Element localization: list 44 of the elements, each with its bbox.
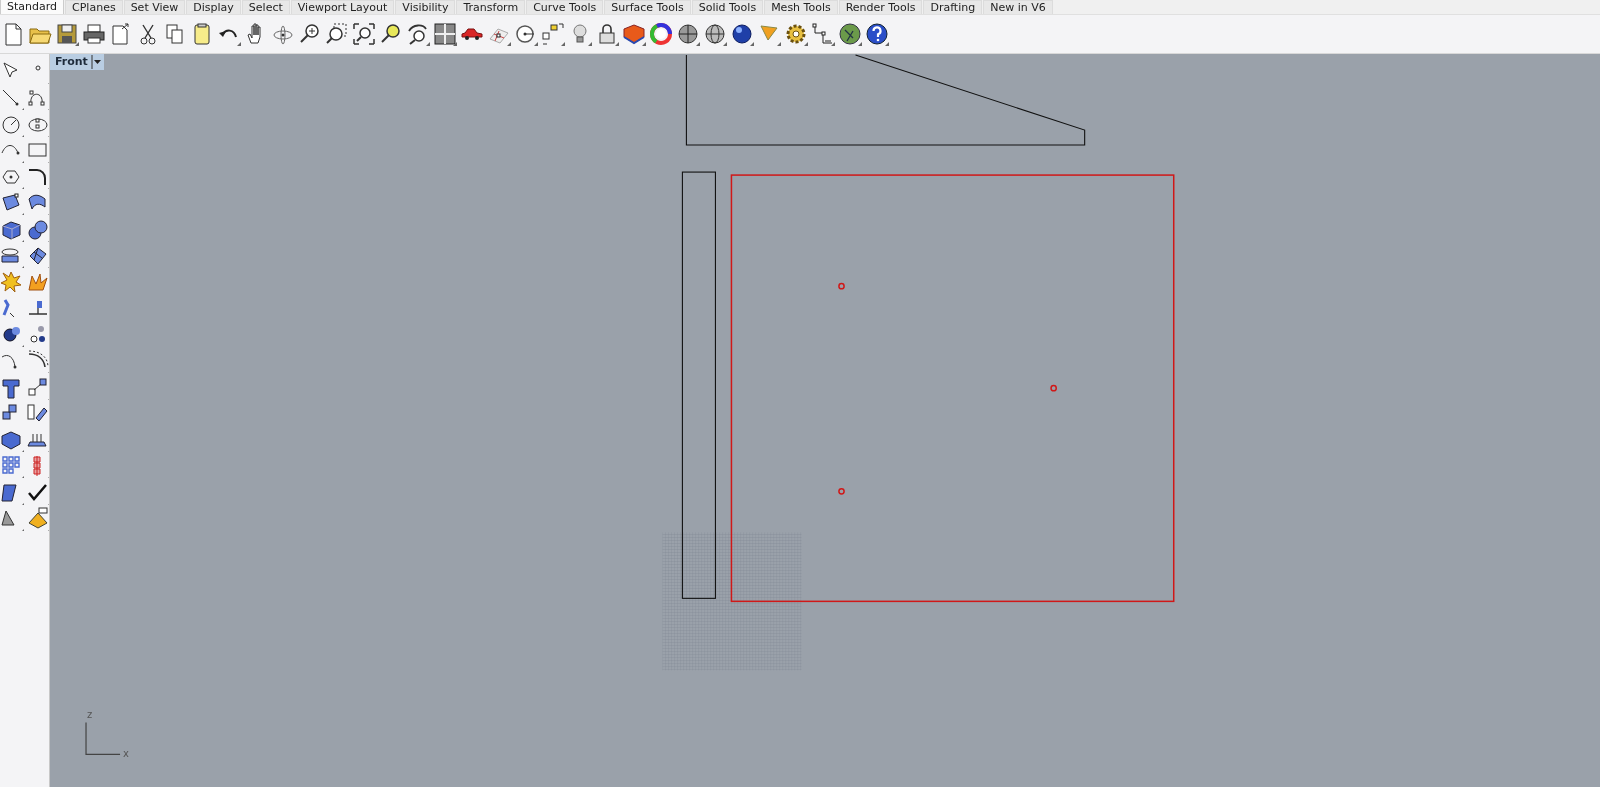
layers-icon[interactable]	[621, 21, 647, 47]
printer-icon[interactable]	[81, 21, 107, 47]
dimension-icon[interactable]	[810, 21, 836, 47]
help-icon[interactable]	[864, 21, 890, 47]
ribbon-tab[interactable]: Viewport Layout	[290, 0, 395, 14]
shaded-sphere-icon[interactable]	[675, 21, 701, 47]
polyline-curve[interactable]	[685, 54, 1086, 146]
ribbon-tab[interactable]: CPlanes	[65, 0, 123, 14]
ribbon-tab[interactable]: Visibility	[395, 0, 456, 14]
save-icon[interactable]	[54, 21, 80, 47]
viewport-title-tab[interactable]: Front	[50, 54, 104, 70]
surface-icon[interactable]	[0, 191, 24, 216]
ribbon-tab[interactable]: Surface Tools	[604, 0, 691, 14]
color-wheel-icon[interactable]	[648, 21, 674, 47]
zoom-extents-icon[interactable]	[351, 21, 377, 47]
ribbon-tab[interactable]: Curve Tools	[526, 0, 604, 14]
dropdown-caret-icon[interactable]	[90, 55, 101, 69]
spheres-icon[interactable]	[26, 217, 49, 242]
point-marker[interactable]	[838, 282, 845, 290]
wire-sphere-icon[interactable]	[702, 21, 728, 47]
ribbon-tab[interactable]: Mesh Tools	[764, 0, 838, 14]
axis-icon	[85, 721, 121, 756]
point-marker[interactable]	[1050, 384, 1057, 392]
starburst-icon[interactable]	[0, 270, 24, 295]
axis-label: x	[123, 748, 129, 760]
four-viewports-icon[interactable]	[432, 21, 458, 47]
viewport-title: Front	[55, 53, 88, 70]
axis-label: z	[87, 709, 93, 721]
rectangle-curve[interactable]	[681, 171, 716, 599]
ribbon-tab[interactable]: Drafting	[923, 0, 983, 14]
ribbon-tab[interactable]: Display	[186, 0, 241, 14]
ribbon-tab[interactable]: Select	[241, 0, 290, 14]
ribbon-tab[interactable]: Standard	[0, 0, 65, 14]
ribbon-tab[interactable]: Render Tools	[838, 0, 923, 14]
grid-array-icon[interactable]	[0, 454, 24, 479]
ribbon-tab[interactable]: Solid Tools	[691, 0, 764, 14]
glossy-sphere-icon[interactable]	[729, 21, 755, 47]
point-marker[interactable]	[838, 487, 845, 495]
viewport[interactable]: z x Front	[50, 54, 1600, 787]
ribbon-tab[interactable]: Transform	[456, 0, 526, 14]
globe-icon[interactable]	[837, 21, 863, 47]
ribbon-tab[interactable]: Set View	[123, 0, 186, 14]
snap-squares-icon[interactable]	[540, 21, 566, 47]
ribbon-tab[interactable]: New in V6	[983, 0, 1053, 14]
